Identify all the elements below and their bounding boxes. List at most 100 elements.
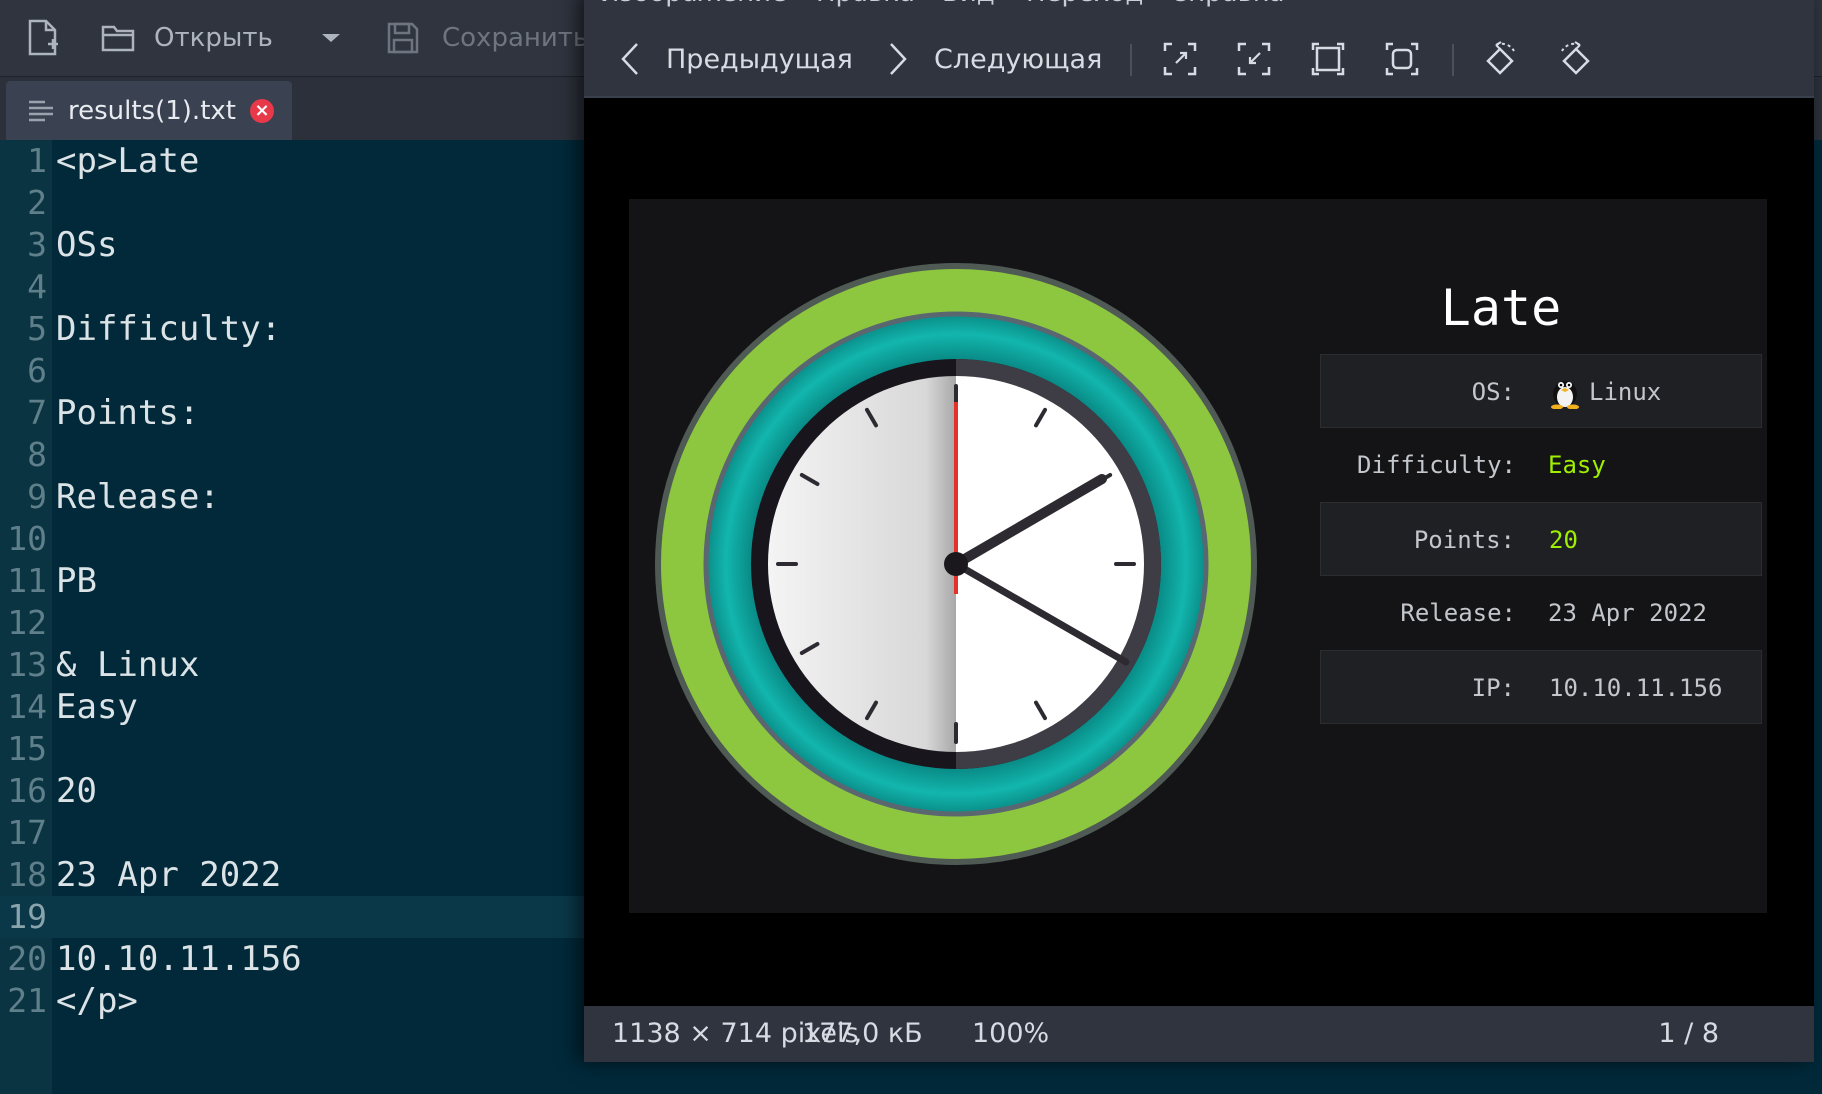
zoom-in-button[interactable]	[1162, 22, 1198, 96]
line-number: 4	[27, 267, 47, 306]
code-line[interactable]: 16 20	[0, 770, 600, 812]
info-row-release: Release: 23 Apr 2022	[1320, 576, 1762, 650]
line-number: 21	[7, 981, 47, 1020]
info-row-difficulty: Difficulty: Easy	[1320, 428, 1762, 502]
fullscreen-button[interactable]	[1384, 22, 1420, 96]
ip-value: 10.10.11.156	[1549, 674, 1723, 702]
save-icon	[387, 22, 419, 54]
clock-logo	[655, 263, 1257, 865]
line-number: 13	[7, 645, 47, 684]
points-value: 20	[1549, 526, 1578, 554]
line-number: 2	[27, 183, 47, 222]
line-text: </p>	[56, 981, 138, 1021]
linux-tux-icon	[1551, 381, 1579, 409]
code-line[interactable]: 7 Points:	[0, 392, 600, 434]
displayed-image: Late OS: Linux Difficulty: Easy Points: …	[629, 199, 1767, 913]
fit-window-button[interactable]	[1310, 22, 1346, 96]
code-text-area[interactable]: 1 <p>Late 2 3 OSs 4 5 Difficulty: 6 7 Points: 8 9 Rel…	[0, 140, 600, 1094]
points-label: Points:	[1413, 526, 1515, 554]
line-number: 7	[27, 393, 47, 432]
line-text: OSs	[56, 225, 118, 265]
rotate-right-icon	[1561, 41, 1590, 75]
code-line[interactable]: 20 10.10.11.156	[0, 938, 600, 980]
viewer-statusbar: 1138 × 714 pixels 177,0 кБ 100% 1 / 8	[584, 1006, 1814, 1062]
line-text: 20	[56, 771, 97, 811]
line-number: 17	[7, 813, 47, 852]
rotate-right-button[interactable]	[1556, 22, 1594, 96]
line-text: Easy	[56, 687, 138, 727]
os-value: Linux	[1589, 378, 1662, 406]
code-line[interactable]: 10	[0, 518, 600, 560]
line-text: Difficulty:	[56, 309, 282, 349]
next-label: Следующая	[934, 43, 1103, 75]
menu-help[interactable]: Справка	[1170, 0, 1285, 8]
difficulty-value: Easy	[1548, 451, 1606, 479]
code-line[interactable]: 8	[0, 434, 600, 476]
rotate-left-button[interactable]	[1482, 22, 1520, 96]
code-line[interactable]: 3 OSs	[0, 224, 600, 266]
difficulty-label: Difficulty:	[1357, 451, 1516, 479]
info-row-points: Points: 20	[1320, 502, 1762, 576]
tab-results-txt[interactable]: results(1).txt ×	[6, 81, 292, 140]
open-label: Открыть	[154, 23, 273, 53]
code-line[interactable]: 19	[0, 896, 600, 938]
info-row-ip: IP: 10.10.11.156	[1320, 650, 1762, 724]
line-number: 12	[7, 603, 47, 642]
image-viewer-window: Изображение Правка Вид Переход Справка П…	[584, 0, 1814, 1062]
zoom-level: 100%	[972, 1018, 1050, 1049]
line-number: 15	[7, 729, 47, 768]
next-button[interactable]: Следующая	[888, 22, 1102, 96]
code-line[interactable]: 4	[0, 266, 600, 308]
code-line[interactable]: 18 23 Apr 2022	[0, 854, 600, 896]
code-line[interactable]: 6	[0, 350, 600, 392]
code-line[interactable]: 9 Release:	[0, 476, 600, 518]
menu-edit[interactable]: Правка	[816, 0, 915, 8]
line-number: 11	[7, 561, 47, 600]
tab-filename: results(1).txt	[68, 95, 236, 126]
line-text: & Linux	[56, 645, 200, 685]
line-text: 23 Apr 2022	[56, 855, 282, 895]
code-line[interactable]: 21 </p>	[0, 980, 600, 1022]
line-number: 18	[7, 855, 47, 894]
open-button[interactable]: Открыть	[100, 0, 273, 76]
line-number: 10	[7, 519, 47, 558]
line-number: 6	[27, 351, 47, 390]
tab-close-button[interactable]: ×	[249, 98, 274, 123]
code-line[interactable]: 2	[0, 182, 600, 224]
chevron-down-icon	[322, 34, 340, 42]
line-text: Points:	[56, 393, 200, 433]
code-line[interactable]: 5 Difficulty:	[0, 308, 600, 350]
code-line[interactable]: 15	[0, 728, 600, 770]
release-value: 23 Apr 2022	[1548, 599, 1707, 627]
line-number: 5	[27, 309, 47, 348]
shrink-icon	[1237, 42, 1271, 76]
line-text: Release:	[56, 477, 220, 517]
menu-image[interactable]: Изображение	[600, 0, 787, 8]
code-line[interactable]: 17	[0, 812, 600, 854]
menu-go[interactable]: Переход	[1026, 0, 1143, 8]
line-text: <p>Late	[56, 141, 200, 181]
new-document-button[interactable]	[26, 0, 60, 76]
toolbar-separator	[1130, 44, 1132, 76]
line-number: 19	[7, 897, 47, 936]
image-position: 1 / 8	[1658, 1018, 1719, 1049]
code-line[interactable]: 1 <p>Late	[0, 140, 600, 182]
code-line[interactable]: 12	[0, 602, 600, 644]
save-label: Сохранить	[442, 23, 589, 53]
open-recent-dropdown[interactable]	[320, 0, 342, 76]
menu-view[interactable]: Вид	[942, 0, 995, 8]
line-number: 20	[7, 939, 47, 978]
line-number: 1	[27, 141, 47, 180]
zoom-out-button[interactable]	[1236, 22, 1272, 96]
save-button[interactable]: Сохранить	[386, 0, 588, 76]
release-label: Release:	[1400, 599, 1516, 627]
code-line[interactable]: 11 PB	[0, 560, 600, 602]
code-line[interactable]: 13 & Linux	[0, 644, 600, 686]
previous-button[interactable]: Предыдущая	[620, 22, 853, 96]
machine-title: Late	[1440, 279, 1562, 337]
fit-window-icon	[1311, 42, 1345, 76]
expand-icon	[1163, 42, 1197, 76]
code-line[interactable]: 14 Easy	[0, 686, 600, 728]
line-number: 16	[7, 771, 47, 810]
line-number: 9	[27, 477, 47, 516]
